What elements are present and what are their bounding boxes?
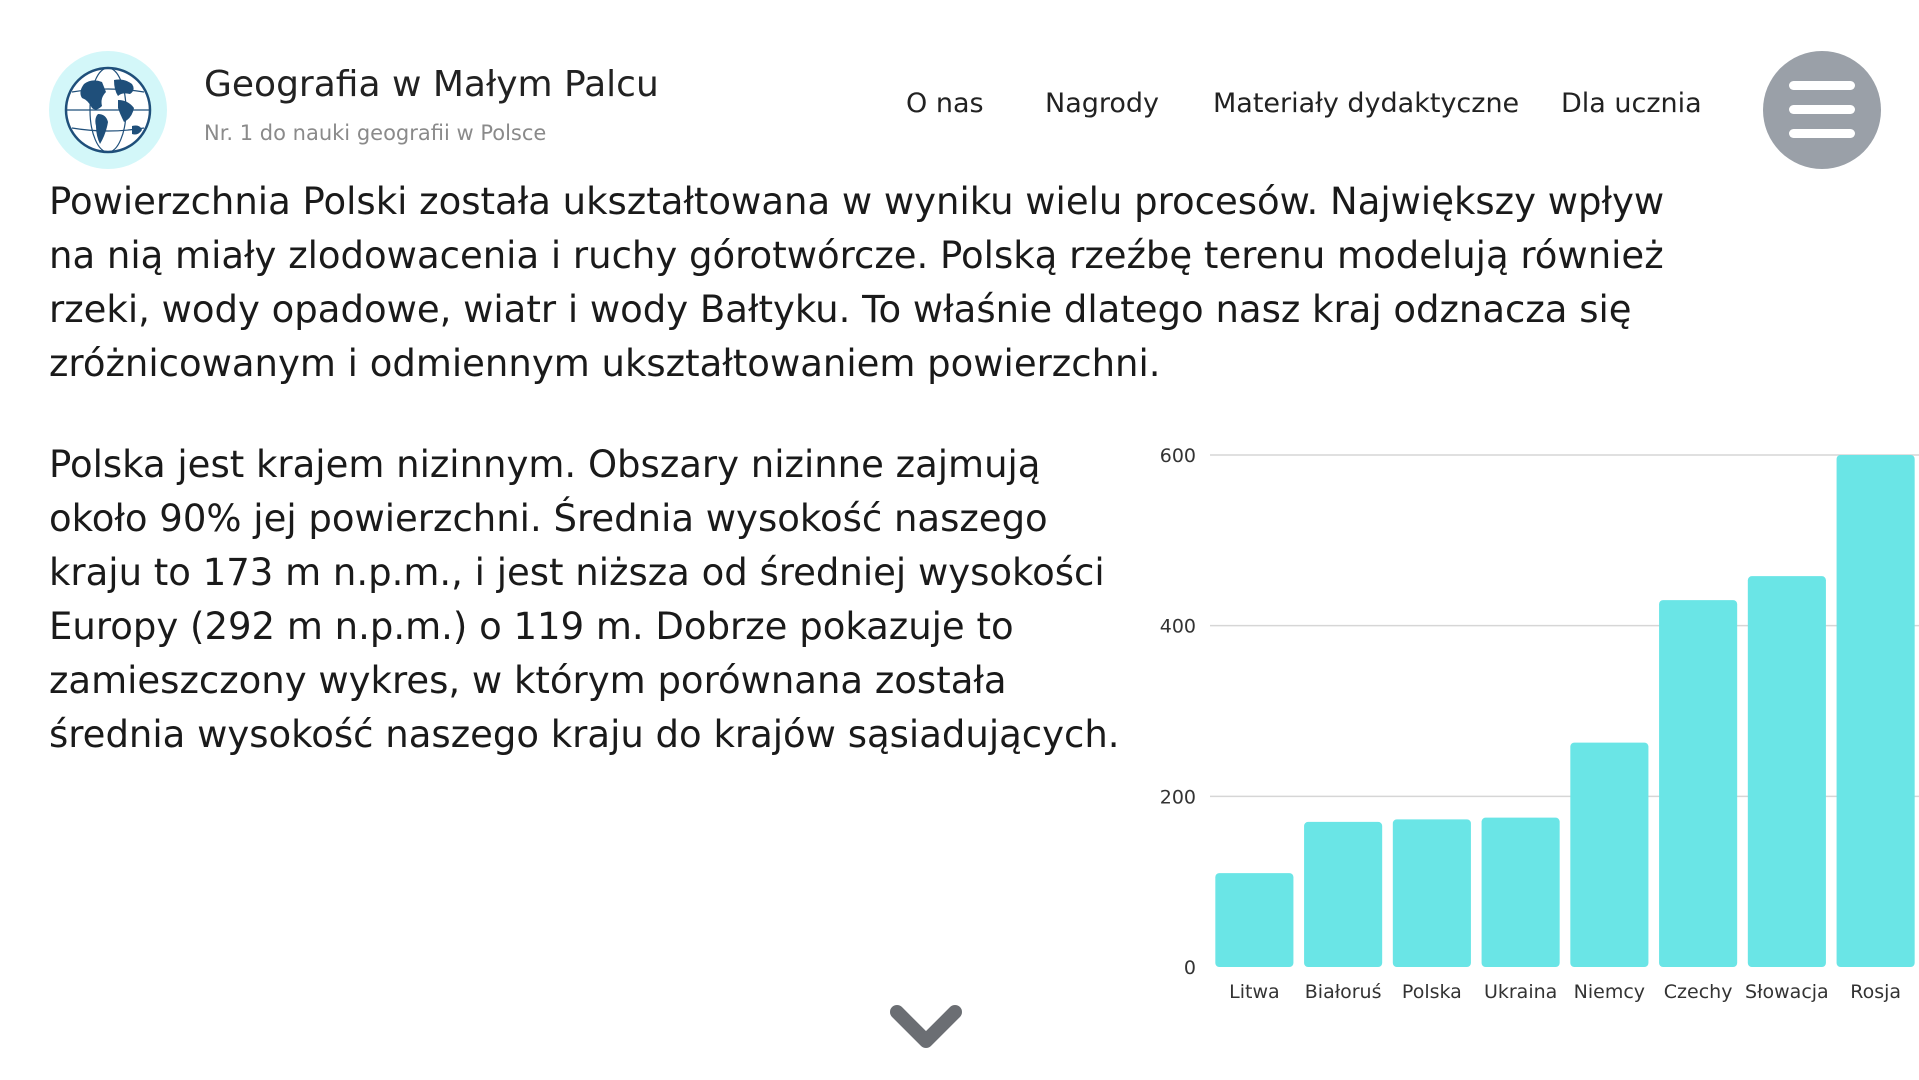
nav-link-for-students[interactable]: Dla ucznia [1561, 88, 1702, 119]
x-tick-label: Ukraina [1484, 981, 1557, 1003]
nav-link-awards[interactable]: Nagrody [1045, 88, 1159, 119]
x-tick-label: Białoruś [1305, 981, 1382, 1003]
y-tick-label: 0 [1184, 957, 1196, 979]
x-tick-label: Litwa [1229, 981, 1280, 1003]
site-subtitle: Nr. 1 do nauki geografii w Polsce [204, 121, 547, 145]
bar-rosja [1836, 455, 1915, 967]
y-tick-label: 600 [1160, 445, 1196, 467]
site-title[interactable]: Geografia w Małym Palcu [204, 64, 659, 105]
x-tick-label: Czechy [1664, 981, 1733, 1003]
x-tick-label: Słowacja [1745, 981, 1829, 1003]
bar-ukraina [1481, 817, 1560, 967]
y-tick-label: 200 [1160, 786, 1196, 808]
bar-białoruś [1304, 821, 1383, 967]
x-tick-label: Polska [1402, 981, 1462, 1003]
site-logo[interactable] [49, 51, 167, 169]
y-tick-label: 400 [1160, 616, 1196, 638]
nav-link-teaching-materials[interactable]: Materiały dydaktyczne [1213, 88, 1519, 119]
height-paragraph: Polska jest krajem nizinnym. Obszary niz… [49, 443, 1120, 756]
bar-czechy [1659, 600, 1738, 967]
x-tick-label: Rosja [1850, 981, 1901, 1003]
globe-icon [64, 66, 152, 154]
chevron-down-icon[interactable] [888, 1002, 964, 1054]
bar-litwa [1215, 873, 1294, 967]
menu-button[interactable] [1763, 51, 1881, 169]
bar-polska [1392, 819, 1471, 967]
bar-słowacja [1747, 576, 1826, 967]
average-elevation-chart: 0 200 400 600 Litwa Białoruś Polska Ukraina Niem… [1160, 445, 1919, 1003]
intro-paragraph: Powierzchnia Polski została ukształtowan… [49, 180, 1665, 385]
x-tick-label: Niemcy [1574, 981, 1645, 1003]
nav-link-about[interactable]: O nas [906, 88, 984, 119]
bar-niemcy [1570, 742, 1649, 967]
